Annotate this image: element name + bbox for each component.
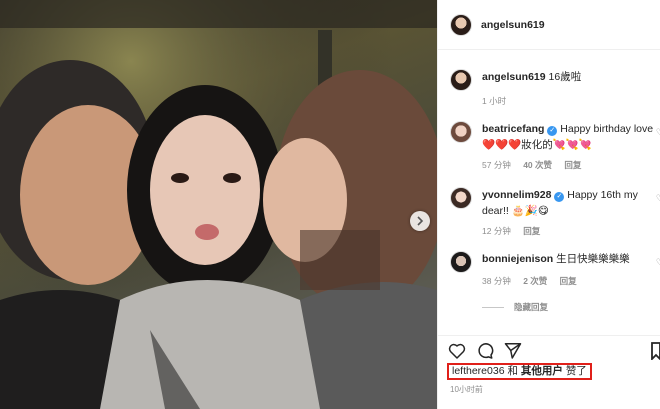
reply-button[interactable]: 回复 <box>560 276 577 286</box>
post-photo <box>0 0 437 409</box>
post-header: angelsun619 <box>438 0 660 50</box>
likes-and: 和 <box>507 365 518 377</box>
caption-time: 1 小时 <box>482 96 507 106</box>
comments-list: angelsun619 16歲啦 1 小时 beatricefang ✓ Hap… <box>438 51 660 335</box>
avatar[interactable] <box>450 251 472 273</box>
avatar[interactable] <box>450 69 472 91</box>
post-panel: angelsun619 angelsun619 16歲啦 1 小时 beatri… <box>437 0 660 409</box>
avatar[interactable] <box>450 121 472 143</box>
post-time: 10小时前 <box>450 385 483 394</box>
avatar[interactable] <box>450 187 472 209</box>
verified-badge-icon: ✓ <box>554 192 565 202</box>
likes-suffix: 赞了 <box>565 365 587 377</box>
caption: angelsun619 16歲啦 1 小时 <box>450 69 660 109</box>
list-item: yvonnelim928 ✓ Happy 16th my dear!! 🎂🎉😋 … <box>450 187 660 239</box>
comment-username[interactable]: bonniejenison <box>482 253 553 265</box>
hide-replies-button[interactable]: 隐藏回复 <box>482 301 548 313</box>
other-users-link[interactable]: 其他用户 <box>521 365 563 377</box>
heart-icon[interactable] <box>448 342 466 359</box>
bookmark-icon[interactable] <box>651 342 660 365</box>
divider <box>482 306 504 308</box>
comment-time: 57 分钟 <box>482 160 511 170</box>
like-comment-heart-icon[interactable]: ♡ <box>656 193 660 204</box>
like-comment-heart-icon[interactable]: ♡ <box>656 127 660 138</box>
likes-summary[interactable]: lefthere036 和 其他用户 赞了 <box>447 363 592 380</box>
comment-likes[interactable]: 2 次赞 <box>523 276 547 286</box>
liker-username[interactable]: lefthere036 <box>452 365 505 377</box>
caption-username[interactable]: angelsun619 <box>482 71 546 83</box>
photo-illustration <box>0 0 437 409</box>
header-username[interactable]: angelsun619 <box>481 19 545 31</box>
caption-text: 16歲啦 <box>548 71 582 83</box>
next-arrow-icon[interactable] <box>410 211 430 231</box>
comment-username[interactable]: yvonnelim928 <box>482 189 551 201</box>
reply-button[interactable]: 回复 <box>564 160 581 170</box>
comment-text: 生日快樂樂樂樂 <box>556 253 630 265</box>
comment-username[interactable]: beatricefang <box>482 123 544 135</box>
comment-time: 38 分钟 <box>482 276 511 286</box>
share-icon[interactable] <box>504 342 522 359</box>
verified-badge-icon: ✓ <box>547 126 558 136</box>
hide-replies-label: 隐藏回复 <box>514 302 549 312</box>
avatar[interactable] <box>450 13 472 36</box>
list-item: bonniejenison 生日快樂樂樂樂 38 分钟 2 次赞 回复 ♡ <box>450 251 660 289</box>
comment-time: 12 分钟 <box>482 226 511 236</box>
like-comment-heart-icon[interactable]: ♡ <box>656 257 660 268</box>
reply-button[interactable]: 回复 <box>523 226 540 236</box>
post-actions: lefthere036 和 其他用户 赞了 10小时前 <box>438 335 660 409</box>
comment-likes[interactable]: 40 次赞 <box>523 160 552 170</box>
comment-icon[interactable] <box>476 342 494 359</box>
list-item: beatricefang ✓ Happy birthday love❤️❤️❤️… <box>450 121 660 173</box>
